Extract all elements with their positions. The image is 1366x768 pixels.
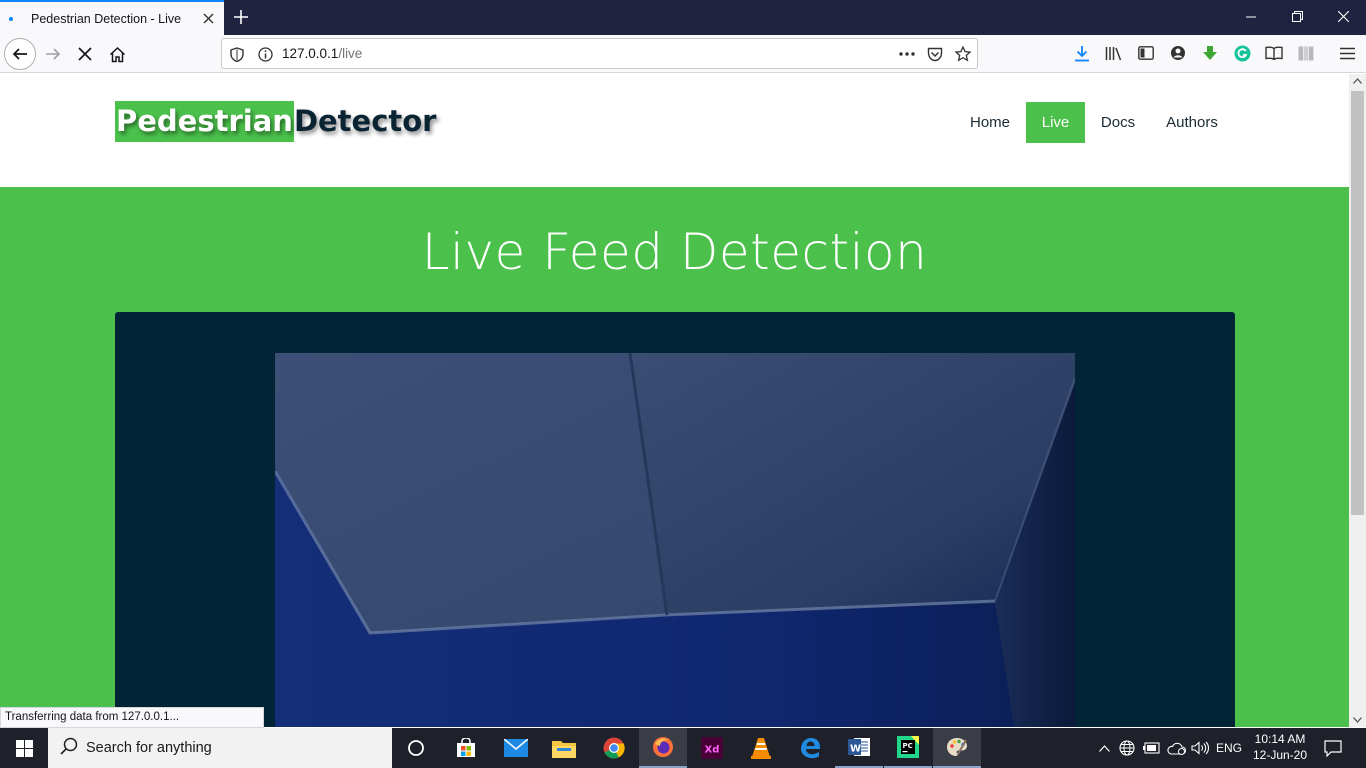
page-actions-icon[interactable] <box>897 44 917 64</box>
vlc-icon[interactable] <box>737 728 785 768</box>
restore-icon[interactable] <box>1274 0 1320 33</box>
edge-icon[interactable] <box>786 728 834 768</box>
hamburger-menu-icon[interactable] <box>1336 42 1358 64</box>
battery-icon[interactable] <box>1141 728 1161 768</box>
browser-tab[interactable]: Pedestrian Detection - Live <box>0 0 224 35</box>
show-hidden-icons-icon[interactable] <box>1095 728 1113 768</box>
url-text: 127.0.0.1/live <box>282 46 363 61</box>
stop-loading-icon[interactable] <box>69 38 101 70</box>
status-bar: Transferring data from 127.0.0.1... <box>0 707 264 728</box>
notifications-icon[interactable] <box>1318 728 1348 768</box>
firefox-icon[interactable] <box>639 728 687 768</box>
sidebar-icon[interactable] <box>1135 42 1157 64</box>
logo-pedestrian: Pedestrian <box>115 101 294 142</box>
paint-icon[interactable] <box>933 728 981 768</box>
logo-detector: Detector <box>293 104 437 138</box>
svg-text:Xd: Xd <box>705 745 720 756</box>
microsoft-store-icon[interactable] <box>442 728 490 768</box>
nav-docs[interactable]: Docs <box>1091 102 1145 143</box>
downloader-extension-icon[interactable] <box>1199 42 1221 64</box>
svg-text:PC: PC <box>903 742 913 750</box>
page-content: Pedestrian Detector Home Live Docs Autho… <box>0 74 1349 727</box>
windows-start-icon[interactable] <box>0 728 48 768</box>
system-clock[interactable]: 10:14 AM 12-Jun-20 <box>1248 731 1312 763</box>
hero-section: Live Feed Detection <box>0 187 1349 727</box>
shield-icon[interactable] <box>227 44 247 64</box>
svg-text:W: W <box>850 744 861 755</box>
site-logo[interactable]: Pedestrian Detector <box>115 101 437 142</box>
video-container <box>115 312 1235 727</box>
clock-date: 12-Jun-20 <box>1252 748 1308 762</box>
grammarly-icon[interactable] <box>1231 42 1253 64</box>
nav-live[interactable]: Live <box>1026 102 1085 143</box>
home-icon[interactable] <box>101 38 133 70</box>
close-window-icon[interactable] <box>1320 0 1366 33</box>
volume-icon[interactable] <box>1190 728 1210 768</box>
pocket-icon[interactable] <box>925 44 945 64</box>
adobe-xd-icon[interactable]: Xd <box>688 728 736 768</box>
clock-time: 10:14 AM <box>1254 732 1306 746</box>
account-icon[interactable] <box>1167 42 1189 64</box>
reader-view-icon[interactable] <box>1263 42 1285 64</box>
info-icon[interactable] <box>255 44 275 64</box>
extension-icon[interactable] <box>1295 42 1317 64</box>
network-globe-icon[interactable] <box>1117 728 1137 768</box>
page-title: Live Feed Detection <box>421 223 928 281</box>
search-placeholder: Search for anything <box>86 740 212 756</box>
navigation-toolbar: 127.0.0.1/live <box>0 35 1366 73</box>
back-arrow-icon[interactable] <box>4 38 36 70</box>
nav-authors[interactable]: Authors <box>1157 102 1227 143</box>
pycharm-icon[interactable]: PC <box>884 728 932 768</box>
windows-taskbar: Search for anything Xd W PC ENG 10:14 AM… <box>0 728 1366 768</box>
address-bar[interactable]: 127.0.0.1/live <box>221 38 978 69</box>
tab-title: Pedestrian Detection - Live <box>31 11 182 26</box>
tab-strip: Pedestrian Detection - Live <box>0 0 1366 35</box>
forward-arrow-icon[interactable] <box>37 38 69 70</box>
vertical-scrollbar[interactable] <box>1349 74 1366 727</box>
onedrive-sync-icon[interactable] <box>1165 728 1187 768</box>
nav-home[interactable]: Home <box>960 102 1020 143</box>
search-icon <box>60 737 78 760</box>
mail-icon[interactable] <box>492 728 540 768</box>
download-icon[interactable] <box>1071 42 1093 64</box>
file-explorer-icon[interactable] <box>540 728 588 768</box>
word-icon[interactable]: W <box>835 728 883 768</box>
live-camera-feed <box>275 353 1075 727</box>
tab-loading-indicator <box>9 16 13 21</box>
chrome-icon[interactable] <box>590 728 638 768</box>
language-indicator[interactable]: ENG <box>1212 728 1246 768</box>
library-icon[interactable] <box>1103 42 1125 64</box>
new-tab-icon[interactable] <box>228 4 254 30</box>
site-header: Pedestrian Detector Home Live Docs Autho… <box>0 74 1349 187</box>
taskbar-search[interactable]: Search for anything <box>48 728 392 768</box>
minimize-icon[interactable] <box>1228 0 1274 33</box>
bookmark-star-icon[interactable] <box>953 44 973 64</box>
close-tab-icon[interactable] <box>198 9 218 29</box>
task-view-icon[interactable] <box>392 728 440 768</box>
scrollbar-thumb[interactable] <box>1351 91 1364 515</box>
